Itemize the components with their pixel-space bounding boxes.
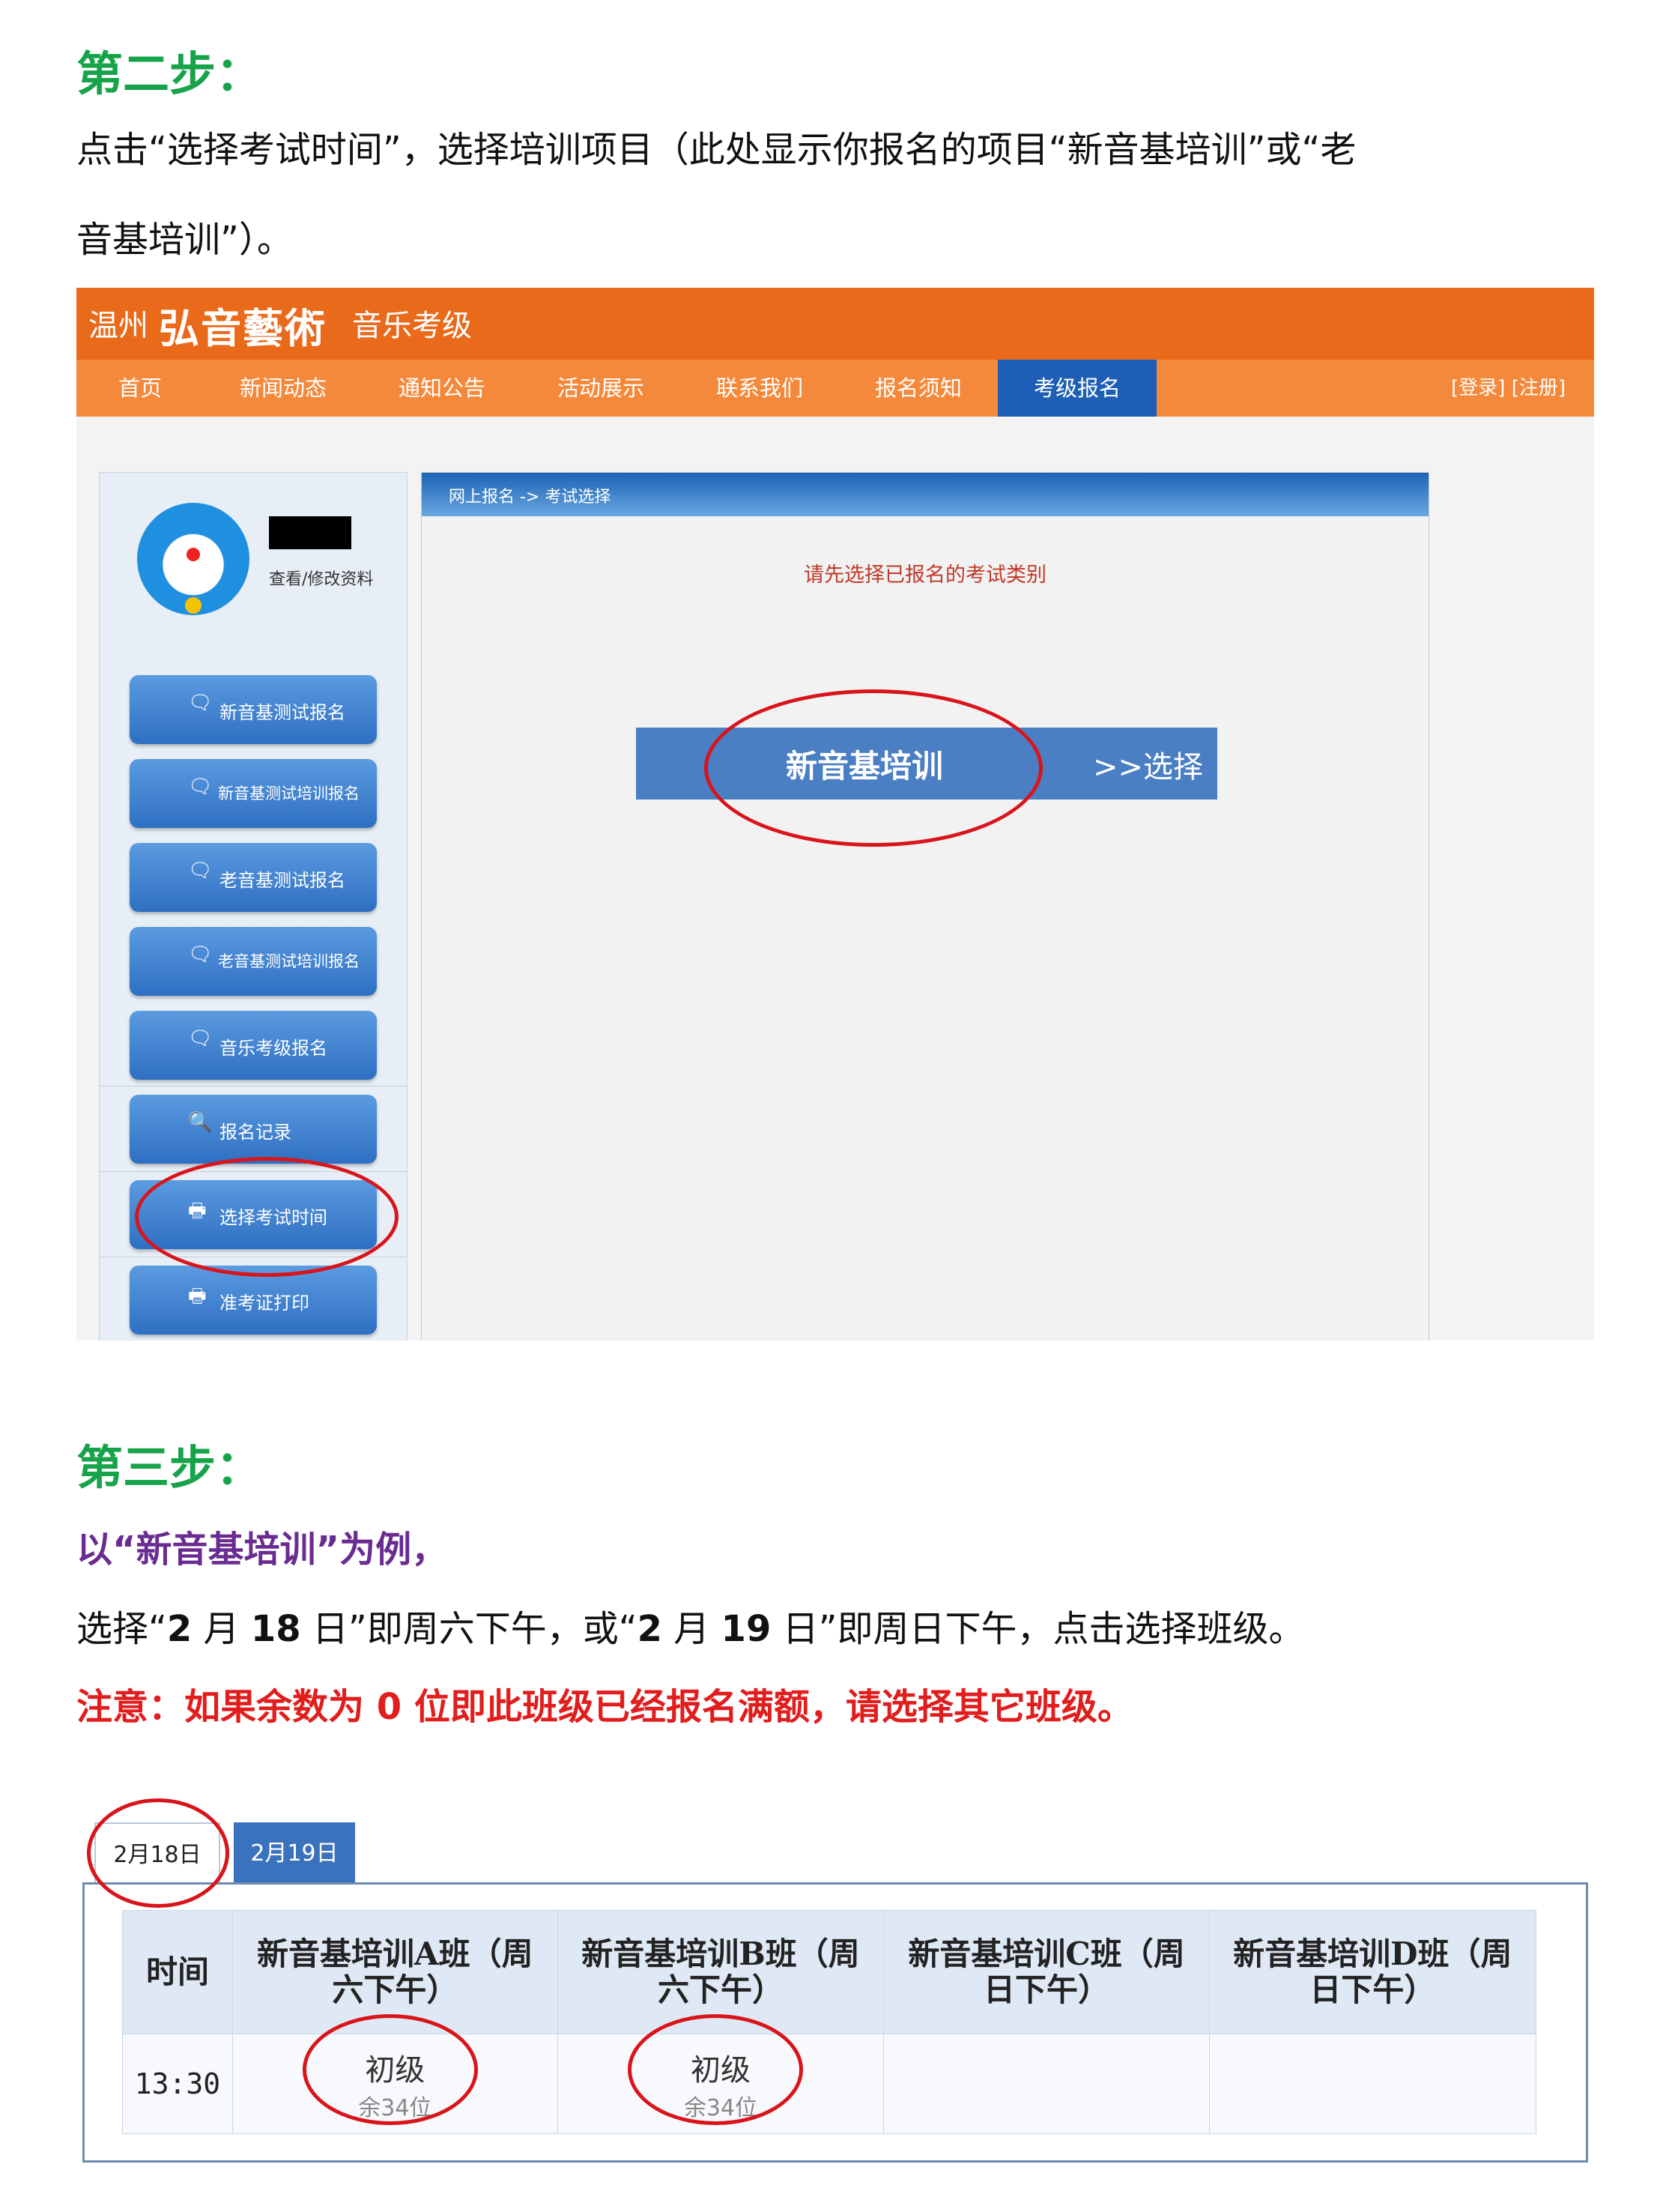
btn-registration-records[interactable]: 🔍 报名记录 [130, 1095, 377, 1164]
nav-news[interactable]: 新闻动态 [204, 360, 363, 417]
step3-instruction: 选择“2 月 18 日”即周六下午，或“2 月 19 日”即周日下午，点击选择班… [76, 1608, 1305, 1650]
nav-contact[interactable]: 联系我们 [680, 360, 839, 417]
search-icon: 🔍 [188, 1111, 213, 1134]
step3-heading: 第三步： [76, 1440, 263, 1495]
brand-subtitle: 音乐考级 [352, 309, 472, 343]
btn-old-basic-test[interactable]: 🗨 老音基测试报名 [130, 843, 377, 912]
slot-cell-c [883, 2034, 1210, 2134]
redacted-username [269, 516, 351, 549]
step2-line1: 点击“选择考试时间”，选择培训项目（此处显示你报名的项目“新音基培训”或“老 [76, 129, 1357, 171]
highlight-circle [135, 1157, 399, 1277]
schedule-panel: 时间 新音基培训A班（周六下午） 新音基培训B班（周六下午） 新音基培训C班（周… [82, 1882, 1588, 2163]
table-header-row: 时间 新音基培训A班（周六下午） 新音基培训B班（周六下午） 新音基培训C班（周… [122, 1910, 1537, 2034]
highlight-circle [303, 2014, 478, 2125]
highlight-circle [704, 689, 1043, 847]
exam-selection-panel: 网上报名 -> 考试选择 请先选择已报名的考试类别 新音基培训 >>选择 [421, 472, 1429, 1341]
nav-exam-registration[interactable]: 考级报名 [998, 360, 1157, 417]
exam-option-select[interactable]: >>选择 [1093, 743, 1203, 786]
panel-header: 网上报名 -> 考试选择 [422, 473, 1429, 516]
chat-icon: 🗨 [188, 859, 213, 882]
select-prompt: 请先选择已报名的考试类别 [804, 563, 1046, 587]
col-class-c: 新音基培训C班（周日下午） [883, 1910, 1210, 2034]
avatar [137, 503, 249, 615]
step3-note: 注意：如果余数为 0 位即此班级已经报名满额，请选择其它班级。 [76, 1686, 1133, 1728]
col-time: 时间 [122, 1910, 233, 2034]
site-screenshot: 温州 弘音藝術 音乐考级 首页 新闻动态 通知公告 活动展示 联系我们 报名须知… [76, 288, 1594, 1341]
chat-icon: 🗨 [188, 692, 213, 714]
highlight-circle [87, 1798, 229, 1908]
highlight-circle [628, 2014, 803, 2125]
col-class-d: 新音基培训D班（周日下午） [1208, 1910, 1537, 2034]
sidebar-divider [100, 1086, 407, 1087]
login-register-link[interactable]: [登录] [注册] [1451, 360, 1566, 417]
printer-icon: 🖶 [188, 1285, 207, 1308]
step2-heading: 第二步： [76, 46, 263, 101]
chat-icon: 🗨 [188, 776, 213, 798]
tab-feb-19[interactable]: 2月19日 [234, 1822, 355, 1885]
btn-new-basic-test[interactable]: 🗨 新音基测试报名 [130, 675, 377, 744]
avatar-bell [185, 597, 202, 614]
breadcrumb: 网上报名 -> 考试选择 [449, 488, 611, 507]
nav-activities[interactable]: 活动展示 [521, 360, 680, 417]
btn-new-basic-training[interactable]: 🗨 新音基测试培训报名 [130, 759, 377, 828]
btn-old-basic-training[interactable]: 🗨 老音基测试培训报名 [130, 927, 377, 996]
avatar-nose [187, 548, 200, 561]
brand-city: 温州 [88, 309, 148, 343]
chat-icon: 🗨 [188, 1027, 213, 1050]
main-nav: 首页 新闻动态 通知公告 活动展示 联系我们 报名须知 考级报名 [登录] [注… [76, 360, 1594, 417]
nav-notices[interactable]: 通知公告 [363, 360, 521, 417]
btn-music-grade-exam[interactable]: 🗨 音乐考级报名 [130, 1011, 377, 1080]
step2-line2: 音基培训”）。 [76, 219, 293, 261]
slot-cell-d [1208, 2034, 1537, 2134]
edit-profile-link[interactable]: 查看/修改资料 [269, 566, 373, 590]
time-cell: 13:30 [122, 2034, 233, 2134]
step3-example: 以“新音基培训”为例， [76, 1529, 448, 1571]
site-header: 温州 弘音藝術 音乐考级 [76, 288, 1594, 360]
nav-guide[interactable]: 报名须知 [839, 360, 998, 417]
chat-icon: 🗨 [188, 943, 213, 966]
brand-logo: 弘音藝術 [159, 304, 327, 352]
nav-home[interactable]: 首页 [76, 360, 204, 417]
